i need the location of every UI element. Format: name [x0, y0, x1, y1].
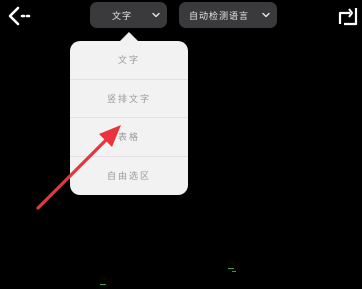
back-button[interactable] — [5, 3, 31, 29]
menu-item-text[interactable]: 文字 — [70, 41, 188, 80]
share-icon — [338, 8, 358, 26]
menu-item-vertical-text[interactable]: 竖排文字 — [70, 80, 188, 118]
screen-artifact — [100, 284, 106, 285]
screen-artifact — [232, 271, 236, 272]
screen-artifact — [228, 268, 234, 269]
language-dropdown[interactable]: 自动检测语言 — [179, 2, 277, 28]
chevron-down-icon — [262, 12, 270, 18]
share-button[interactable] — [336, 4, 360, 28]
screen: 文字 自动检测语言 文字 竖排文字 表格 自由选区 — [0, 0, 362, 289]
menu-item-table[interactable]: 表格 — [70, 118, 188, 157]
recognition-mode-dropdown[interactable]: 文字 — [90, 2, 167, 28]
menu-item-free-select[interactable]: 自由选区 — [70, 157, 188, 196]
chevron-down-icon — [152, 12, 160, 18]
recognition-mode-label: 文字 — [112, 11, 133, 22]
back-arrow-icon — [8, 6, 31, 26]
language-label: 自动检测语言 — [189, 11, 250, 22]
recognition-mode-menu: 文字 竖排文字 表格 自由选区 — [70, 41, 188, 195]
